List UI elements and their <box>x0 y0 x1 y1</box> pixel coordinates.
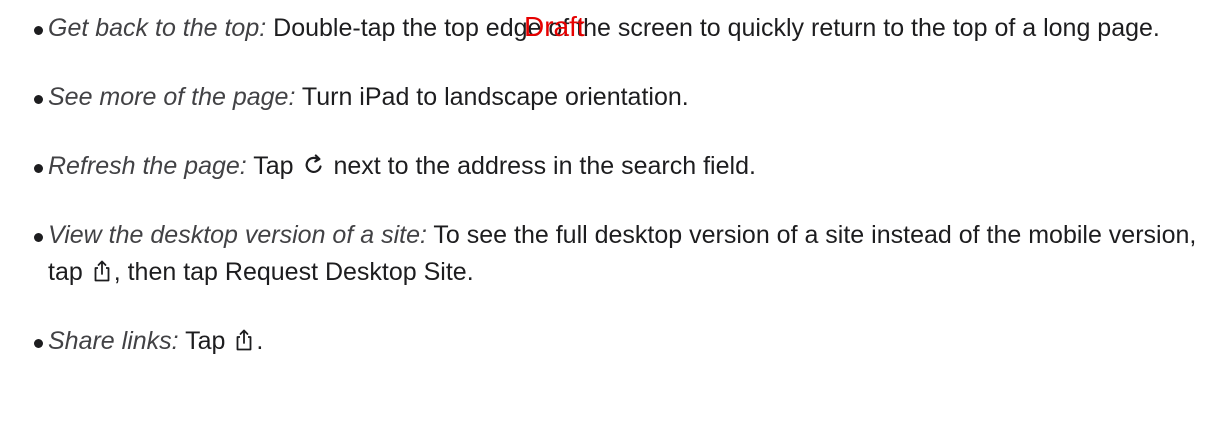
tip-share-links: Share links: Tap . <box>0 323 1198 360</box>
tip-text: next to the address in the search field. <box>326 152 756 180</box>
tip-text: , then tap Request Desktop Site. <box>113 258 474 286</box>
tip-text: Tap <box>178 327 233 355</box>
bullet <box>34 95 43 104</box>
tip-lead: See more of the page: <box>48 83 296 111</box>
share-icon <box>92 259 112 283</box>
tip-see-more-of-page: See more of the page: Turn iPad to lands… <box>0 79 1198 116</box>
tip-text: . <box>256 327 264 355</box>
tip-text: Double-tap the top edge of the screen to… <box>266 14 1160 42</box>
tips-list: Get back to the top: Double-tap the top … <box>0 0 1217 392</box>
tip-text: Tap <box>246 152 301 180</box>
tip-desktop-version: View the desktop version of a site: To s… <box>0 217 1198 291</box>
tip-refresh-page: Refresh the page: Tap next to the addres… <box>0 148 1198 185</box>
tip-text: Turn iPad to landscape orientation. <box>295 83 689 111</box>
tip-lead: Share links: <box>48 327 179 355</box>
draft-watermark: Draft <box>524 11 585 42</box>
bullet <box>34 164 43 173</box>
bullet <box>34 26 43 35</box>
tip-get-back-to-top: Get back to the top: Double-tap the top … <box>0 0 1198 47</box>
refresh-icon <box>303 153 325 177</box>
tip-lead: Refresh the page: <box>48 152 247 180</box>
tip-lead: Get back to the top: <box>48 14 267 42</box>
bullet <box>34 339 43 348</box>
bullet <box>34 233 43 242</box>
share-icon <box>234 328 254 352</box>
tip-lead: View the desktop version of a site: <box>48 221 427 249</box>
